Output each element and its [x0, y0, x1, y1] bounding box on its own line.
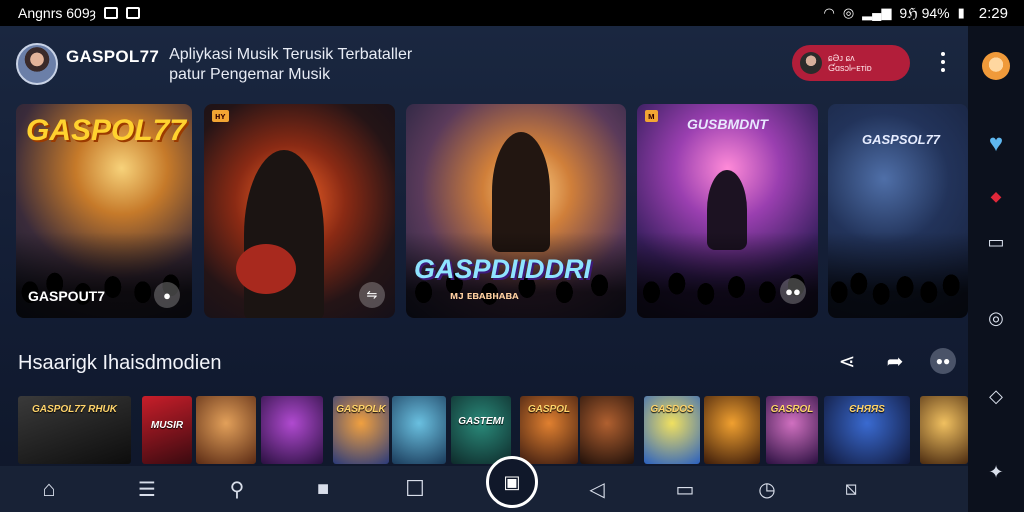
thumbnail-label: MUSIR: [150, 420, 184, 431]
hero-card-subtitle: ᴍᴊ ᴇʙᴀʙʜᴀʙᴀ: [450, 290, 519, 302]
hero-card-title: GASPDIIDDRI: [414, 254, 592, 284]
thumbnail[interactable]: [920, 396, 968, 464]
tv-icon[interactable]: ▭: [668, 472, 702, 506]
status-right: ◠ ◎ ▂▄▆ 9ℌ 94% ▮ 2:29: [823, 5, 1008, 22]
hero-card-title: GASPSOL77: [862, 132, 941, 147]
thumbnail[interactable]: [261, 396, 323, 464]
wifi-icon: ◠: [823, 5, 835, 20]
thumbnail[interactable]: GASPOL: [520, 396, 578, 464]
play-icon[interactable]: ●: [154, 282, 180, 308]
share-icon[interactable]: ⇋: [359, 282, 385, 308]
alarm-icon: ◎: [842, 5, 855, 20]
section-actions: ⋖ ➦ ●●: [834, 348, 956, 374]
app-content: GASPOL77 Apliykasi Musik Terusik Terbata…: [0, 26, 968, 512]
square-icon[interactable]: ■: [306, 472, 340, 506]
thumbnail[interactable]: [580, 396, 634, 464]
disc-icon[interactable]: ◎: [982, 304, 1010, 332]
thumbnail[interactable]: [704, 396, 760, 464]
hero-card-subtitle: GASPOUT7: [28, 288, 106, 304]
diamond-icon[interactable]: ◆: [982, 182, 1010, 210]
hero-card[interactable]: GASPDIIDDRI ᴍᴊ ᴇʙᴀʙʜᴀʙᴀ: [406, 104, 626, 318]
hero-card[interactable]: ʜʏ ⇋: [204, 104, 395, 318]
tagline-line-1: Apliykasi Musik Terusik Terbataller: [169, 46, 413, 63]
list-icon[interactable]: ☰: [130, 472, 164, 506]
clock-icon[interactable]: ◷: [750, 472, 784, 506]
thumbnail-label: ЄНЯЯS: [849, 404, 885, 415]
search-icon[interactable]: ⚲: [220, 472, 254, 506]
heart-icon[interactable]: ♥: [982, 130, 1010, 158]
side-rail: ♥ ◆ ▭ ◎ ◇ ✦: [968, 26, 1024, 512]
pill-text: ɕƏᴊ ɕᴧ Ɠɑsɔl⌐ᴇᴛiᴅ: [828, 53, 872, 73]
pill-line-1: ɕƏᴊ ɕᴧ: [828, 53, 855, 63]
hero-card[interactable]: ᴍ GUSBMDNT ●●: [637, 104, 818, 318]
thumbnail-label: GASPOLK: [336, 404, 386, 415]
thumbnail[interactable]: ЄНЯЯS: [824, 396, 910, 464]
thumbnail[interactable]: [392, 396, 446, 464]
battery-icon: ▮: [957, 5, 965, 20]
thumbnail-label: GASTEMI: [458, 416, 504, 427]
forward-icon[interactable]: ➦: [882, 348, 908, 374]
signal-icon: ▂▄▆: [862, 5, 892, 20]
notification-icon: [125, 7, 140, 19]
more-menu-icon[interactable]: [940, 52, 946, 72]
pause-icon[interactable]: ●●: [780, 278, 806, 304]
guitar-body: [236, 244, 296, 294]
puzzle-icon[interactable]: ✦: [982, 458, 1010, 486]
thumbnail[interactable]: GASROL: [766, 396, 818, 464]
pill-avatar: [800, 52, 822, 74]
home-icon[interactable]: ⌂: [32, 472, 66, 506]
shop-icon[interactable]: ▣: [486, 456, 538, 508]
profile-pill-button[interactable]: ɕƏᴊ ɕᴧ Ɠɑsɔl⌐ᴇᴛiᴅ: [792, 45, 910, 81]
download-icon[interactable]: ⧅: [834, 472, 868, 506]
bottom-nav: ⌂ ☰ ⚲ ■ ☐ ▣ ◁ ▭ ◷ ⧅: [0, 456, 968, 512]
thumbnail[interactable]: GASDOS: [644, 396, 700, 464]
hero-card[interactable]: GASPOL77 GASPOUT7 ●: [16, 104, 192, 318]
header: GASPOL77 Apliykasi Musik Terusik Terbata…: [16, 42, 952, 86]
more-icon[interactable]: ●●: [930, 348, 956, 374]
status-bar: Angnrs 609ȝ ◠ ◎ ▂▄▆ 9ℌ 94% ▮ 2:29: [0, 0, 1024, 26]
battery-text: 9ℌ 94%: [899, 4, 950, 21]
thumbnail[interactable]: GASPOLK: [333, 396, 389, 464]
hero-card-title: GASPOL77: [26, 114, 187, 147]
thumbnail-label: GASPOL: [527, 404, 571, 415]
avatar-icon[interactable]: [982, 52, 1010, 80]
carrier-text: Angnrs 609ȝ: [18, 5, 96, 21]
thumbnail-label: GASPOL77 RHUK: [31, 404, 117, 415]
share-icon[interactable]: ⋖: [834, 348, 860, 374]
thumbnail[interactable]: GASPOL77 RHUK: [18, 396, 131, 464]
thumbnail[interactable]: MUSIR: [142, 396, 192, 464]
tagline-line-2: patur Pengemar Musik: [169, 66, 331, 83]
image-icon: [103, 7, 118, 19]
clock: 2:29: [978, 4, 1008, 22]
section-title: Hsaarigk Ihaisdmodien: [18, 352, 222, 374]
hero-carousel: GASPOL77 GASPOUT7 ● ʜʏ ⇋ GASPDIIDDRI ᴍᴊ …: [16, 104, 968, 318]
status-left: Angnrs 609ȝ: [18, 5, 140, 21]
chat-icon[interactable]: ▭: [982, 228, 1010, 256]
hero-card-title: GUSBMDNT: [687, 116, 768, 132]
back-icon[interactable]: ◁: [580, 472, 614, 506]
thumbnail[interactable]: [196, 396, 256, 464]
thumbnail-label: GASROL: [770, 404, 814, 415]
crowd-image: [828, 232, 968, 318]
shape-icon[interactable]: ◇: [982, 382, 1010, 410]
avatar[interactable]: [16, 43, 58, 85]
hero-card[interactable]: GASPSOL77: [828, 104, 968, 318]
crowd-image: [637, 232, 818, 318]
thumbnail-label: GASDOS: [650, 404, 694, 415]
brand-name: GASPOL77: [66, 47, 160, 66]
hero-card-badge: ʜʏ: [212, 110, 229, 122]
pill-line-2: Ɠɑsɔl⌐ᴇᴛiᴅ: [828, 63, 872, 73]
hero-card-badge: ᴍ: [645, 110, 658, 122]
box-icon[interactable]: ☐: [398, 472, 432, 506]
thumbnail[interactable]: GASTEMI: [451, 396, 511, 464]
thumbnail-row: GASPOL77 RHUK MUSIR GASPOLK GASTEMI GASP…: [18, 396, 968, 464]
tagline: Apliykasi Musik Terusik Terbataller patu…: [169, 45, 459, 85]
